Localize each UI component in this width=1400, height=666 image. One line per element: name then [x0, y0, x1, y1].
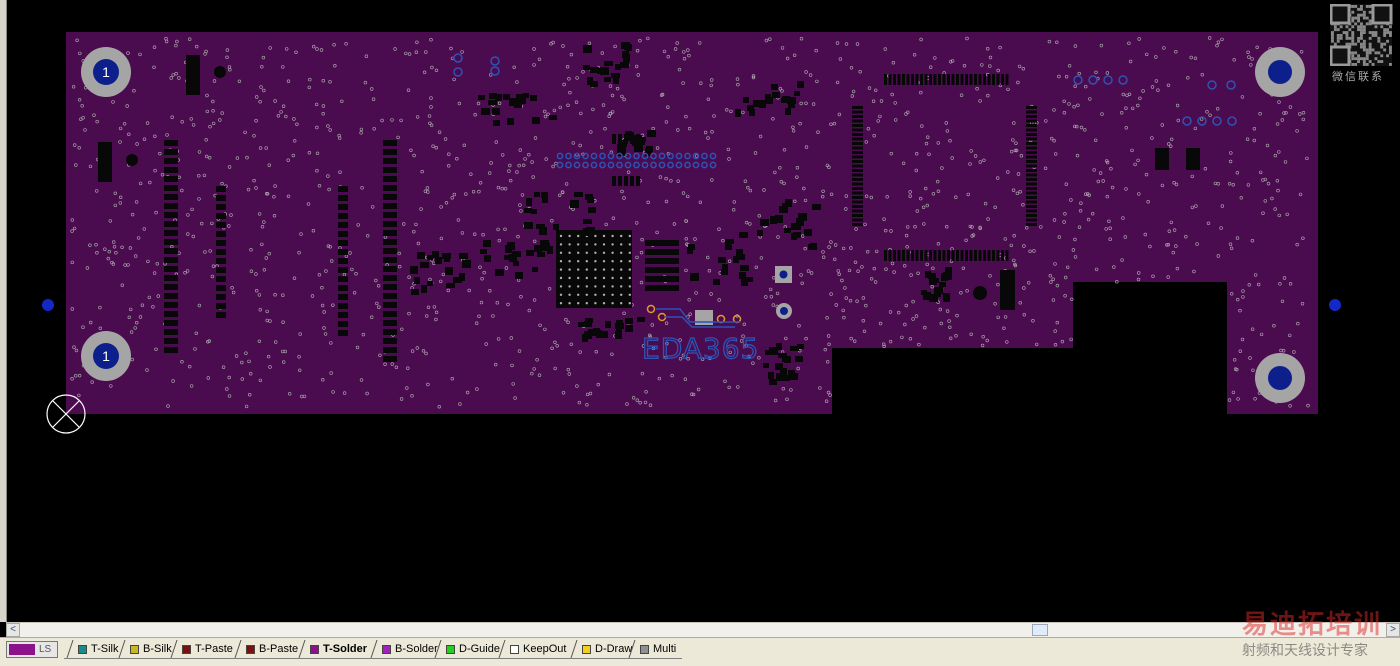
current-layer-color	[9, 644, 35, 655]
layer-tab-bar: LS T-Silk B-Silk T-Paste B-Paste T-Solder B-S…	[0, 637, 1400, 666]
mount-hole-label: 1	[102, 348, 110, 364]
scroll-right-button[interactable]: >	[1386, 623, 1400, 637]
layer-tab-label: T-Silk	[91, 643, 119, 655]
layer-color-swatch	[310, 644, 319, 654]
tab-divider	[234, 640, 242, 658]
layer-color-swatch	[246, 644, 255, 654]
left-frame-edge	[0, 0, 7, 622]
mount-hole-top-right[interactable]	[1255, 47, 1305, 97]
layer-tab-label: D-Guide	[459, 643, 500, 655]
tab-divider	[498, 640, 506, 658]
tab-divider	[66, 640, 74, 658]
current-layer-swatch[interactable]: LS	[6, 641, 58, 658]
watermark-subtitle: 射频和天线设计专家	[1242, 642, 1368, 658]
fiducial-right	[1329, 299, 1341, 311]
tab-divider	[298, 640, 306, 658]
layer-tab-keepout[interactable]: KeepOut	[496, 640, 573, 659]
layer-color-swatch	[446, 644, 455, 654]
layer-tab-b-paste[interactable]: B-Paste	[232, 640, 305, 659]
fiducial-left	[42, 299, 54, 311]
scroll-left-button[interactable]: <	[6, 623, 20, 637]
tab-divider	[118, 640, 126, 658]
layer-color-swatch	[382, 644, 391, 654]
layer-tab-label: Multi	[653, 643, 677, 655]
tab-divider	[370, 640, 378, 658]
layer-tab-t-solder[interactable]: T-Solder	[296, 640, 374, 659]
qr-caption: 微信联系	[1332, 71, 1384, 83]
tab-divider	[628, 640, 636, 658]
watermark-logo: 易迪拓培训	[1242, 610, 1383, 640]
eda365-watermark: EDA365	[642, 332, 759, 365]
pcb-board-view[interactable]: 1 1 EDA365	[0, 0, 1400, 622]
layer-tab-label: KeepOut	[523, 643, 567, 655]
layer-color-swatch	[510, 644, 519, 654]
mount-hole-label: 1	[102, 64, 110, 80]
pcb-canvas[interactable]: 1 1 EDA365	[0, 0, 1400, 622]
layer-color-swatch	[640, 644, 649, 654]
layer-tab-label: T-Paste	[195, 643, 233, 655]
layer-tab-d-guide[interactable]: D-Guide	[432, 640, 506, 659]
layer-color-swatch	[130, 644, 139, 654]
current-layer-label: LS	[39, 644, 52, 655]
mount-hole-bottom-right[interactable]	[1255, 353, 1305, 403]
layer-color-swatch	[182, 644, 191, 654]
layer-color-swatch	[582, 644, 591, 654]
tab-divider	[434, 640, 442, 658]
layer-tab-label: B-Paste	[259, 643, 299, 655]
scroll-thumb[interactable]	[1032, 624, 1048, 636]
layer-tab-label: T-Solder	[323, 643, 368, 655]
tab-divider	[570, 640, 578, 658]
layer-tab-t-paste[interactable]: T-Paste	[168, 640, 239, 659]
mount-hole-bottom-left[interactable]: 1	[81, 331, 131, 381]
mount-hole-top-left[interactable]: 1	[81, 47, 131, 97]
horizontal-scrollbar[interactable]: < >	[6, 622, 1400, 638]
tab-divider	[170, 640, 178, 658]
layer-color-swatch	[78, 644, 87, 654]
